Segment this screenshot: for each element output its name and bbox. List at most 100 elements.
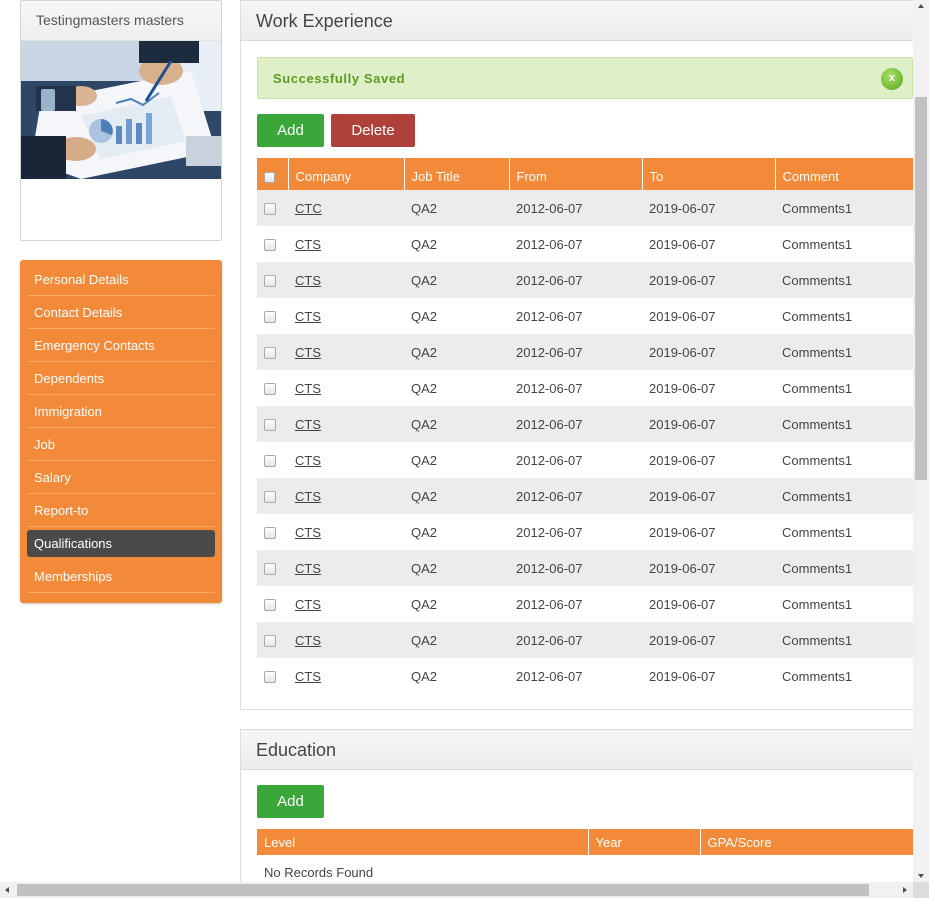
from-date-cell: 2012-06-07 [509,298,642,334]
company-link[interactable]: CTS [295,597,321,612]
company-link[interactable]: CTS [295,453,321,468]
table-row: CTS QA2 2012-06-07 2019-06-07 Comments1 [257,550,913,586]
table-row: CTS QA2 2012-06-07 2019-06-07 Comments1 [257,334,913,370]
scroll-down-arrow-icon[interactable] [918,874,924,878]
job-title-cell: QA2 [404,550,509,586]
company-link[interactable]: CTS [295,669,321,684]
scroll-up-arrow-icon[interactable] [918,4,924,8]
comment-cell: Comments1 [775,406,913,442]
company-link[interactable]: CTS [295,345,321,360]
profile-photo[interactable] [21,41,221,179]
row-checkbox[interactable] [264,275,276,288]
side-menu-item-contact-details[interactable]: Contact Details [27,296,215,329]
job-title-cell: QA2 [404,226,509,262]
row-checkbox[interactable] [264,203,276,216]
row-checkbox[interactable] [264,419,276,432]
education-panel: Education Add Level Year GPA/Score No Re… [240,729,913,898]
company-link[interactable]: CTS [295,525,321,540]
table-row: CTS QA2 2012-06-07 2019-06-07 Comments1 [257,622,913,658]
column-header-gpa-score[interactable]: GPA/Score [699,829,913,855]
to-date-cell: 2019-06-07 [642,622,775,658]
to-date-cell: 2019-06-07 [642,190,775,226]
education-title: Education [241,730,913,770]
column-header-year[interactable]: Year [587,829,700,855]
company-cell: CTS [288,478,404,514]
horizontal-scrollbar[interactable] [0,882,913,898]
comment-cell: Comments1 [775,370,913,406]
add-work-experience-button[interactable]: Add [257,114,324,147]
column-header-comment[interactable]: Comment [774,158,913,190]
row-checkbox[interactable] [264,491,276,504]
to-date-cell: 2019-06-07 [642,262,775,298]
vertical-scrollbar[interactable] [913,0,929,882]
company-cell: CTS [288,406,404,442]
job-title-cell: QA2 [404,586,509,622]
horizontal-scroll-thumb[interactable] [17,884,869,896]
delete-work-experience-button[interactable]: Delete [331,114,415,147]
comment-cell: Comments1 [775,190,913,226]
row-checkbox[interactable] [264,455,276,468]
side-menu-item-report-to[interactable]: Report-to [27,494,215,527]
company-link[interactable]: CTS [295,561,321,576]
row-checkbox[interactable] [264,383,276,396]
company-cell: CTS [288,226,404,262]
from-date-cell: 2012-06-07 [509,622,642,658]
row-select-cell [257,550,288,586]
row-select-cell [257,226,288,262]
company-cell: CTS [288,334,404,370]
column-header-from[interactable]: From [508,158,642,190]
row-checkbox[interactable] [264,563,276,576]
company-link[interactable]: CTS [295,633,321,648]
scroll-right-arrow-icon[interactable] [903,887,907,893]
scroll-left-arrow-icon[interactable] [5,887,9,893]
row-select-cell [257,442,288,478]
company-link[interactable]: CTC [295,201,322,216]
table-row: CTS QA2 2012-06-07 2019-06-07 Comments1 [257,442,913,478]
close-icon[interactable]: x [881,68,903,90]
row-select-cell [257,370,288,406]
row-checkbox[interactable] [264,347,276,360]
company-link[interactable]: CTS [295,273,321,288]
company-link[interactable]: CTS [295,237,321,252]
column-header-job-title[interactable]: Job Title [403,158,509,190]
add-education-button[interactable]: Add [257,785,324,818]
job-title-cell: QA2 [404,478,509,514]
table-row: CTS QA2 2012-06-07 2019-06-07 Comments1 [257,298,913,334]
side-menu-item-personal-details[interactable]: Personal Details [27,263,215,296]
side-menu-item-salary[interactable]: Salary [27,461,215,494]
company-cell: CTS [288,442,404,478]
scrollbar-corner [913,882,929,898]
column-header-company[interactable]: Company [287,158,404,190]
side-menu-item-memberships[interactable]: Memberships [27,560,215,593]
comment-cell: Comments1 [775,442,913,478]
side-menu-item-job[interactable]: Job [27,428,215,461]
from-date-cell: 2012-06-07 [509,658,642,694]
table-row: CTS QA2 2012-06-07 2019-06-07 Comments1 [257,478,913,514]
select-all-checkbox[interactable] [264,171,275,183]
column-header-to[interactable]: To [641,158,775,190]
row-checkbox[interactable] [264,635,276,648]
side-menu-item-emergency-contacts[interactable]: Emergency Contacts [27,329,215,362]
side-menu-item-immigration[interactable]: Immigration [27,395,215,428]
to-date-cell: 2019-06-07 [642,658,775,694]
comment-cell: Comments1 [775,658,913,694]
side-menu-item-qualifications[interactable]: Qualifications [27,530,215,557]
row-checkbox[interactable] [264,239,276,252]
from-date-cell: 2012-06-07 [509,550,642,586]
company-link[interactable]: CTS [295,309,321,324]
comment-cell: Comments1 [775,586,913,622]
row-checkbox[interactable] [264,599,276,612]
row-checkbox[interactable] [264,311,276,324]
side-menu-item-dependents[interactable]: Dependents [27,362,215,395]
column-header-level[interactable]: Level [257,829,588,855]
job-title-cell: QA2 [404,370,509,406]
row-checkbox[interactable] [264,527,276,540]
vertical-scroll-thumb[interactable] [915,97,927,480]
row-select-cell [257,298,288,334]
row-checkbox[interactable] [264,671,276,684]
company-link[interactable]: CTS [295,381,321,396]
company-link[interactable]: CTS [295,489,321,504]
row-select-cell [257,190,288,226]
company-link[interactable]: CTS [295,417,321,432]
job-title-cell: QA2 [404,190,509,226]
